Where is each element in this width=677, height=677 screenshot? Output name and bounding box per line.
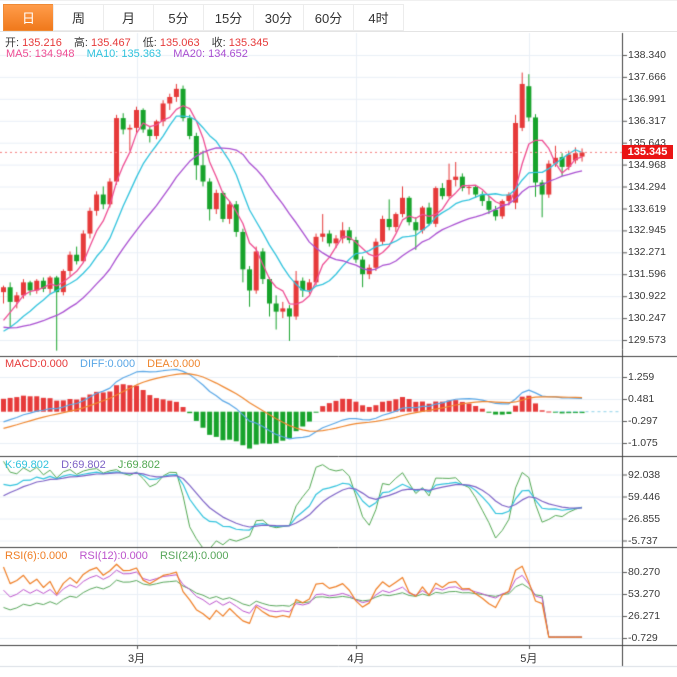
- price-axis-label: 134.968: [628, 159, 666, 171]
- macd-axis-label: -0.297: [628, 415, 658, 427]
- diff-value: DIFF:0.000: [80, 358, 135, 370]
- macd-value: MACD:0.000: [5, 358, 68, 370]
- d-value: D:69.802: [61, 459, 106, 471]
- rsi24-value: RSI(24):0.000: [160, 550, 228, 562]
- ma5-value: MA5: 134.948: [6, 48, 75, 60]
- kdj-axis-label: -5.737: [628, 535, 658, 547]
- k-value: K:69.802: [5, 459, 49, 471]
- candlestick-chart-canvas[interactable]: [0, 0, 677, 677]
- kdj-axis-label: 26.855: [628, 513, 660, 525]
- price-axis-label: 134.294: [628, 181, 666, 193]
- price-axis-label: 136.991: [628, 93, 666, 105]
- rsi-axis-label: 53.270: [628, 588, 660, 600]
- price-axis-label: 130.247: [628, 312, 666, 324]
- rsi6-value: RSI(6):0.000: [5, 550, 67, 562]
- stock-chart-app: 日周月5分15分30分60分4时 开:135.216 高:135.467 低:1…: [0, 0, 677, 677]
- rsi-axis-label: 26.271: [628, 610, 660, 622]
- ma10-value: MA10: 135.363: [87, 48, 162, 60]
- ma-legend: MA5: 134.948 MA10: 135.363 MA20: 134.652: [6, 48, 251, 60]
- kdj-axis-label: 92.038: [628, 469, 660, 481]
- price-axis-label: 132.945: [628, 224, 666, 236]
- month-label: 3月: [128, 650, 145, 666]
- macd-legend: MACD:0.000 DIFF:0.000 DEA:0.000: [5, 358, 203, 370]
- month-label: 5月: [520, 650, 537, 666]
- price-axis-label: 137.666: [628, 71, 666, 83]
- price-axis-label: 136.317: [628, 115, 666, 127]
- ma20-value: MA20: 134.652: [173, 48, 248, 60]
- j-value: J:69.802: [118, 459, 160, 471]
- rsi-axis-label: -0.729: [628, 632, 658, 644]
- current-price-badge: 135.345: [622, 145, 673, 159]
- month-label: 4月: [347, 650, 364, 666]
- price-axis-label: 130.922: [628, 290, 666, 302]
- kdj-legend: K:69.802 D:69.802 J:69.802: [5, 459, 163, 471]
- macd-axis-label: -1.075: [628, 437, 658, 449]
- price-axis-label: 133.619: [628, 203, 666, 215]
- price-axis-label: 131.596: [628, 268, 666, 280]
- kdj-axis-label: 59.446: [628, 491, 660, 503]
- rsi-axis-label: 80.270: [628, 566, 660, 578]
- price-axis-label: 129.573: [628, 334, 666, 346]
- rsi-legend: RSI(6):0.000 RSI(12):0.000 RSI(24):0.000: [5, 550, 231, 562]
- rsi12-value: RSI(12):0.000: [79, 550, 147, 562]
- macd-axis-label: 1.259: [628, 371, 654, 383]
- price-axis-label: 132.271: [628, 246, 666, 258]
- price-axis-label: 138.340: [628, 49, 666, 61]
- dea-value: DEA:0.000: [147, 358, 200, 370]
- macd-axis-label: 0.481: [628, 393, 654, 405]
